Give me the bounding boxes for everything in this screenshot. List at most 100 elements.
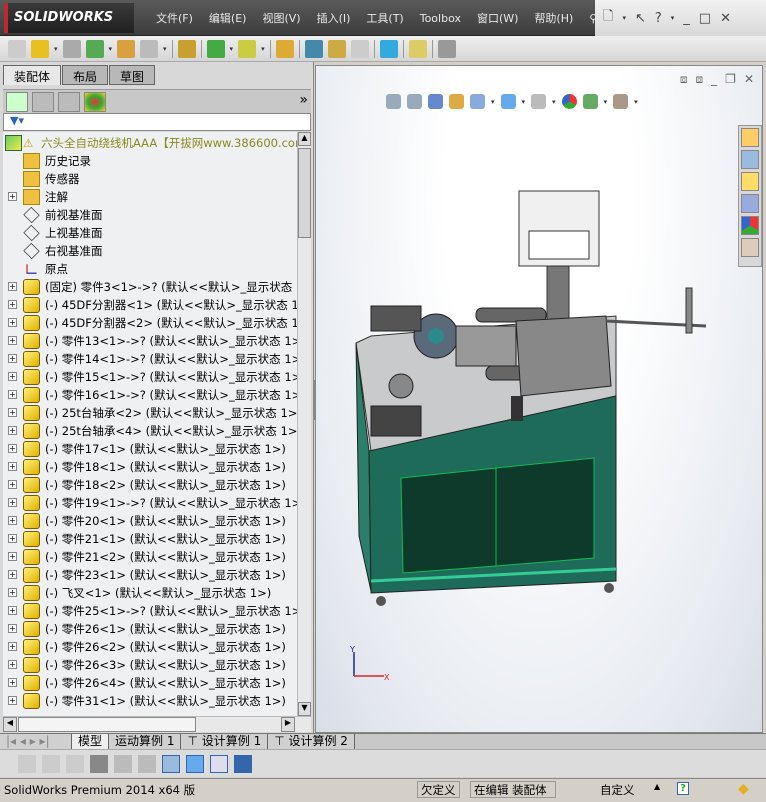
wireframe-icon[interactable] [66,754,84,773]
horizontal-scrollbar[interactable]: ◀ ▶ [3,716,311,732]
mate-icon[interactable] [62,39,81,58]
new-document-icon[interactable]: 🗋 [603,7,613,29]
scroll-thumb[interactable] [298,148,311,238]
tab-navigation-buttons[interactable]: |◂ ◂ ▸ ▸| [0,734,72,749]
smart-fasteners-icon[interactable] [117,39,136,58]
menu-toolbox[interactable]: Toolbox [412,12,469,25]
menu-insert[interactable]: 插入(I) [309,10,359,26]
new-motion-study-icon[interactable] [275,39,294,58]
expand-icon[interactable]: + [8,678,17,687]
units-up-icon[interactable]: ▲ [654,782,660,791]
speedpak-icon[interactable] [437,39,456,58]
dropdown-icon[interactable]: ▾ [671,14,675,22]
instant3d-icon[interactable] [408,39,427,58]
shaded-icon[interactable] [186,754,204,773]
help-button[interactable]: ? [677,782,689,795]
configuration-manager-icon[interactable] [58,92,80,112]
tree-item[interactable]: + (-) 25t台轴承<2> (默认<<默认>_显示状态 1>) [3,404,297,422]
tab-sketch[interactable]: 草图 [109,65,156,85]
tree-item[interactable]: + (-) 零件23<1> (默认<<默认>_显示状态 1>) [3,566,297,584]
expand-icon[interactable]: + [8,552,17,561]
tree-item[interactable]: + (-) 飞叉<1> (默认<<默认>_显示状态 1>) [3,584,297,602]
filter-icon[interactable]: ▼▾ [3,113,311,131]
expand-icon[interactable]: + [8,516,17,525]
tree-item[interactable]: 前视基准面 [3,206,297,224]
menu-tools[interactable]: 工具(T) [358,10,411,26]
expand-icon[interactable]: + [8,606,17,615]
tree-item[interactable]: + (固定) 零件3<1>->? (默认<<默认>_显示状态 1> [3,278,297,296]
tab-motion-study-1[interactable]: 运动算例 1 [109,734,182,749]
layout-icon[interactable] [210,754,228,773]
expand-icon[interactable]: + [8,570,17,579]
tree-item[interactable]: 历史记录 [3,152,297,170]
feature-manager-icon[interactable] [6,92,28,112]
align-icon[interactable] [138,754,156,773]
tree-item[interactable]: + (-) 零件16<1>->? (默认<<默认>_显示状态 1>) [3,386,297,404]
display-manager-icon[interactable] [84,92,106,112]
solidworks-logo[interactable]: SOLIDWORKS [4,3,134,33]
expand-icon[interactable]: + [8,642,17,651]
select-icon[interactable]: ↖ [635,11,646,26]
show-hidden-icon[interactable] [177,39,196,58]
assembly-features-icon[interactable] [206,39,225,58]
file-explorer-icon[interactable] [741,172,759,191]
tree-item[interactable]: + (-) 零件18<2> (默认<<默认>_显示状态 1>) [3,476,297,494]
reference-geometry-icon[interactable] [238,39,257,58]
expand-icon[interactable]: + [8,462,17,471]
hidden-lines-removed-icon[interactable] [18,754,36,773]
assembly-model[interactable] [316,66,764,734]
minimize-button[interactable]: _ [683,11,690,26]
tree-item[interactable]: + (-) 零件18<1> (默认<<默认>_显示状态 1>) [3,458,297,476]
save-view-icon[interactable] [234,754,252,773]
tree-item[interactable]: + (-) 零件21<1> (默认<<默认>_显示状态 1>) [3,530,297,548]
tree-item[interactable]: 传感器 [3,170,297,188]
tree-item[interactable]: + (-) 零件17<1> (默认<<默认>_显示状态 1>) [3,440,297,458]
tree-item[interactable]: + (-) 25t台轴承<4> (默认<<默认>_显示状态 1>) [3,422,297,440]
maximize-button[interactable]: □ [699,11,711,26]
expand-icon[interactable]: + [8,336,17,345]
dropdown-icon[interactable]: ▾ [261,45,265,53]
interference-detection-icon[interactable] [379,39,398,58]
dropdown-icon[interactable]: ▾ [230,45,234,53]
menu-edit[interactable]: 编辑(E) [201,10,255,26]
expand-icon[interactable]: + [8,534,17,543]
expand-icon[interactable]: + [8,318,17,327]
tree-item[interactable]: 原点 [3,260,297,278]
tree-item[interactable]: + (-) 45DF分割器<2> (默认<<默认>_显示状态 1> [3,314,297,332]
expand-icon[interactable]: + [8,624,17,633]
expand-icon[interactable]: + [8,282,17,291]
menu-file[interactable]: 文件(F) [148,10,201,26]
expand-icon[interactable]: + [8,354,17,363]
tree-item[interactable]: 上视基准面 [3,224,297,242]
resources-icon[interactable] [741,128,759,147]
expand-icon[interactable]: + [8,480,17,489]
tab-design-study-2[interactable]: ⊤ 设计算例 2 [268,734,355,749]
hidden-lines-visible-icon[interactable] [42,754,60,773]
menu-help[interactable]: 帮助(H) [526,10,581,26]
appearances-icon[interactable] [741,216,759,235]
expand-icon[interactable]: + [8,444,17,453]
expand-icon[interactable]: + [8,426,17,435]
exploded-view-icon[interactable] [327,39,346,58]
tab-assembly[interactable]: 装配体 [3,65,62,85]
dropdown-icon[interactable]: ▾ [163,45,167,53]
tree-item[interactable]: 六头全自动绕线机AAA【开拔网www.386600.com】 ⚠ [3,134,297,152]
expand-chevron-icon[interactable]: » [299,92,308,111]
tree-item[interactable]: + (-) 零件26<4> (默认<<默认>_显示状态 1>) [3,674,297,692]
tree-item[interactable]: + (-) 零件14<1>->? (默认<<默认>_显示状态 1>) [3,350,297,368]
custom-properties-icon[interactable] [741,238,759,257]
expand-icon[interactable]: + [8,372,17,381]
dropdown-icon[interactable]: ▾ [54,45,58,53]
tree-item[interactable]: + (-) 零件26<2> (默认<<默认>_显示状态 1>) [3,638,297,656]
tree-item[interactable]: + (-) 零件26<3> (默认<<默认>_显示状态 1>) [3,656,297,674]
tree-item[interactable]: + (-) 零件20<1> (默认<<默认>_显示状态 1>) [3,512,297,530]
scroll-up-button[interactable]: ▲ [298,132,311,146]
tree-item[interactable]: + (-) 45DF分割器<1> (默认<<默认>_显示状态 1> [3,296,297,314]
tree-item[interactable]: + (-) 零件21<2> (默认<<默认>_显示状态 1>) [3,548,297,566]
dropdown-icon[interactable]: ▾ [109,45,113,53]
graphics-area[interactable]: ⧈ ⧈ _ ❐ ✕ ▾ ▾ ▾ ▾ ▾ Y X [315,65,763,733]
vertical-scrollbar[interactable]: ▲ ▼ [297,132,311,716]
component-pattern-icon[interactable] [85,39,104,58]
tree-item[interactable]: + 注解 [3,188,297,206]
design-library-icon[interactable] [741,150,759,169]
